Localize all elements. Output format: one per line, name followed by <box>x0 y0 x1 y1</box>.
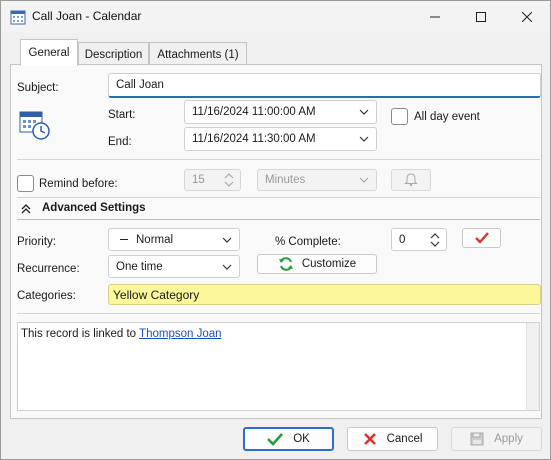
end-value: 11/16/2024 11:30:00 AM <box>192 133 316 145</box>
bell-icon <box>404 173 418 187</box>
customize-label: Customize <box>301 258 357 270</box>
priority-select[interactable]: Normal <box>108 228 240 251</box>
calendar-app-icon <box>10 9 26 25</box>
remind-label: Remind before: <box>39 178 118 190</box>
minimize-icon <box>430 16 440 17</box>
cancel-label: Cancel <box>386 433 423 445</box>
remind-unit-value: Minutes <box>265 174 306 186</box>
ok-checkmark-icon <box>267 433 284 446</box>
separator <box>17 313 540 314</box>
ok-label: OK <box>293 433 310 445</box>
chevron-down-icon <box>222 237 232 243</box>
minimize-button[interactable] <box>412 1 458 32</box>
priority-label: Priority: <box>17 236 56 248</box>
complete-spin-input[interactable]: 0 <box>391 228 447 251</box>
end-datetime-picker[interactable]: 11/16/2024 11:30:00 AM <box>184 127 377 151</box>
remind-value: 15 <box>192 174 205 186</box>
subject-value: Call Joan <box>116 79 164 91</box>
cancel-x-icon <box>363 433 376 445</box>
cancel-button[interactable]: Cancel <box>347 427 438 451</box>
customize-button[interactable]: Customize <box>257 254 377 274</box>
title-bar[interactable]: Call Joan - Calendar <box>1 1 550 32</box>
recurrence-value: One time <box>116 260 163 273</box>
memo-text: This record is linked to Thompson Joan <box>21 328 222 340</box>
chevron-down-icon <box>222 264 232 270</box>
subject-label: Subject: <box>17 82 59 94</box>
ok-button[interactable]: OK <box>243 427 334 451</box>
checkmark-icon <box>474 232 489 244</box>
close-icon <box>522 11 532 22</box>
start-label: Start: <box>108 109 136 121</box>
calendar-dialog: Call Joan - Calendar General Description… <box>0 0 551 460</box>
subject-input[interactable]: Call Joan <box>108 73 541 98</box>
recurrence-select[interactable]: One time <box>108 255 240 278</box>
priority-normal-icon <box>120 239 128 240</box>
tab-description[interactable]: Description <box>78 42 149 66</box>
priority-value: Normal <box>136 233 174 246</box>
remind-checkbox[interactable] <box>17 175 34 192</box>
mark-complete-button[interactable] <box>462 228 501 248</box>
complete-value: 0 <box>399 233 406 246</box>
start-datetime-picker[interactable]: 11/16/2024 11:00:00 AM <box>184 100 377 124</box>
all-day-label: All day event <box>414 111 480 123</box>
spin-arrows-icon <box>224 173 234 187</box>
tab-attachments-label: Attachments (1) <box>157 48 239 61</box>
maximize-icon <box>476 11 486 22</box>
complete-label: % Complete: <box>275 236 341 248</box>
memo-scrollbar[interactable] <box>526 323 539 410</box>
categories-label: Categories: <box>17 290 76 302</box>
chevron-down-icon <box>359 136 369 142</box>
reminder-sound-button[interactable] <box>391 169 431 191</box>
close-button[interactable] <box>504 1 550 32</box>
tab-general-label: General <box>28 47 70 59</box>
linked-contact-link[interactable]: Thompson Joan <box>139 328 221 340</box>
recurrence-label: Recurrence: <box>17 263 80 275</box>
separator <box>17 197 540 198</box>
datetime-calendar-icon <box>18 108 50 140</box>
separator <box>17 159 540 160</box>
maximize-button[interactable] <box>458 1 504 32</box>
advanced-settings-toggle[interactable]: Advanced Settings <box>17 200 267 218</box>
all-day-checkbox[interactable] <box>391 108 408 125</box>
separator <box>17 219 540 220</box>
window-title: Call Joan - Calendar <box>32 9 142 23</box>
start-value: 11/16/2024 11:00:00 AM <box>192 106 316 118</box>
end-label: End: <box>108 136 132 148</box>
apply-button[interactable]: Apply <box>451 427 542 451</box>
tab-description-label: Description <box>84 48 143 61</box>
categories-field[interactable]: Yellow Category <box>108 284 541 305</box>
spin-arrows-icon <box>430 233 440 247</box>
refresh-icon <box>278 257 293 271</box>
collapse-chevron-icon <box>21 204 31 214</box>
apply-label: Apply <box>494 433 523 445</box>
advanced-settings-label: Advanced Settings <box>42 202 146 214</box>
memo-prefix: This record is linked to <box>21 328 140 340</box>
tab-general[interactable]: General <box>20 39 78 66</box>
categories-value: Yellow Category <box>113 287 200 302</box>
remind-unit-select[interactable]: Minutes <box>257 169 377 191</box>
tab-attachments[interactable]: Attachments (1) <box>149 42 247 66</box>
chevron-down-icon <box>359 177 369 183</box>
notes-memo[interactable]: This record is linked to Thompson Joan <box>17 322 540 411</box>
chevron-down-icon <box>359 109 369 115</box>
save-disk-icon <box>470 432 484 446</box>
remind-spin-input[interactable]: 15 <box>184 169 241 191</box>
